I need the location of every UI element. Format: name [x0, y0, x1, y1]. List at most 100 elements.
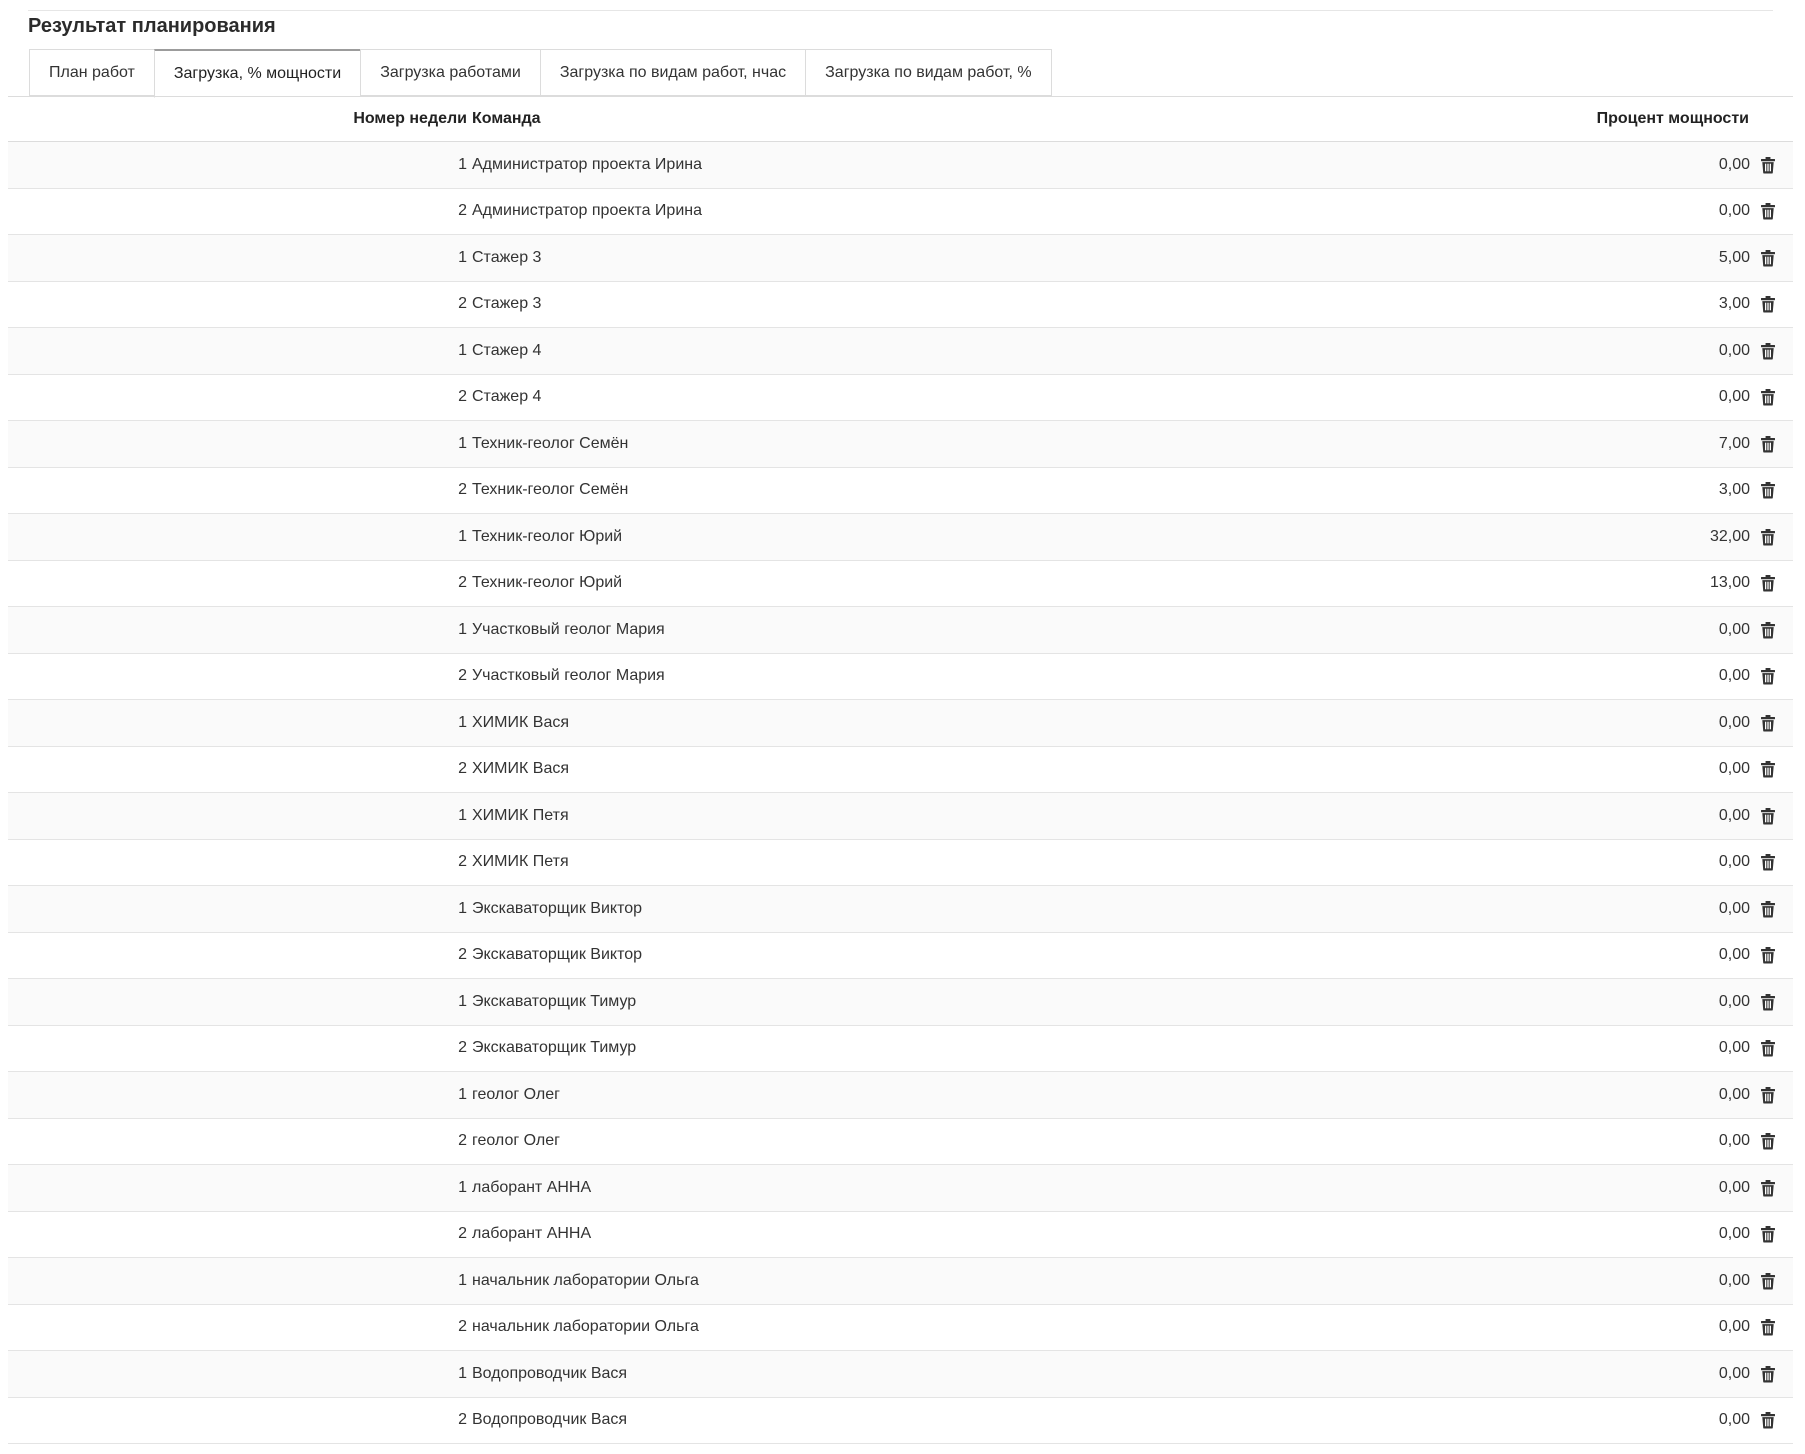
table-row[interactable]: 2 Участковый геолог Мария 0,00 — [8, 653, 1793, 700]
week-number-cell: 2 — [458, 1318, 467, 1336]
capacity-percent-cell: 0,00 — [1718, 620, 1750, 638]
capacity-percent-cell: 32,00 — [1709, 527, 1750, 545]
table-row[interactable]: 2 Техник-геолог Семён 3,00 — [8, 467, 1793, 514]
trash-icon[interactable] — [1761, 156, 1775, 174]
week-number-cell: 1 — [458, 1364, 467, 1382]
week-number-cell: 2 — [458, 1039, 467, 1057]
table-row[interactable]: 2 Стажер 4 0,00 — [8, 374, 1793, 421]
team-cell: начальник лаборатории Ольга — [472, 1318, 699, 1336]
trash-icon[interactable] — [1761, 1365, 1775, 1383]
column-header-percent[interactable]: Процент мощности — [1597, 97, 1749, 141]
table-row[interactable]: 1 Техник-геолог Семён 7,00 — [8, 421, 1793, 468]
capacity-percent-cell: 0,00 — [1718, 341, 1750, 359]
capacity-percent-cell: 0,00 — [1718, 713, 1750, 731]
trash-icon[interactable] — [1761, 342, 1775, 360]
table-row[interactable]: 2 Водопроводчик Вася 0,00 — [8, 1397, 1793, 1444]
team-cell: ХИМИК Вася — [472, 713, 569, 731]
trash-icon[interactable] — [1761, 435, 1775, 453]
capacity-percent-cell: 0,00 — [1718, 1225, 1750, 1243]
week-number-cell: 1 — [458, 248, 467, 266]
trash-icon[interactable] — [1761, 947, 1775, 964]
column-header-week[interactable]: Номер недели — [353, 97, 467, 141]
table-row[interactable]: 1 Техник-геолог Юрий 32,00 — [8, 514, 1793, 561]
trash-icon[interactable] — [1761, 621, 1775, 639]
trash-icon[interactable] — [1761, 296, 1775, 313]
table-row[interactable]: 1 Стажер 3 5,00 — [8, 235, 1793, 282]
table-row[interactable]: 1 Водопроводчик Вася 0,00 — [8, 1351, 1793, 1398]
capacity-percent-cell: 0,00 — [1718, 1178, 1750, 1196]
table-row[interactable]: 2 начальник лаборатории Ольга 0,00 — [8, 1304, 1793, 1351]
capacity-percent-cell: 0,00 — [1718, 760, 1750, 778]
trash-icon[interactable] — [1761, 993, 1775, 1011]
trash-icon[interactable] — [1761, 1272, 1775, 1290]
column-header-team[interactable]: Команда — [472, 97, 541, 141]
table-row[interactable]: 1 ХИМИК Петя 0,00 — [8, 793, 1793, 840]
trash-icon[interactable] — [1761, 1040, 1775, 1057]
team-cell: Техник-геолог Юрий — [472, 527, 623, 545]
team-cell: Техник-геолог Юрий — [472, 574, 623, 592]
trash-icon[interactable] — [1761, 1179, 1775, 1197]
table-row[interactable]: 2 геолог Олег 0,00 — [8, 1118, 1793, 1165]
trash-icon[interactable] — [1761, 389, 1775, 406]
table-row[interactable]: 2 ХИМИК Вася 0,00 — [8, 746, 1793, 793]
team-cell: Администратор проекта Ирина — [472, 202, 702, 220]
team-cell: ХИМИК Петя — [472, 853, 569, 871]
table-row[interactable]: 2 Техник-геолог Юрий 13,00 — [8, 560, 1793, 607]
table-row[interactable]: 1 Экскаваторщик Виктор 0,00 — [8, 886, 1793, 933]
capacity-percent-cell: 0,00 — [1718, 1132, 1750, 1150]
week-number-cell: 2 — [458, 667, 467, 685]
tab-load-types-percent[interactable]: Загрузка по видам работ, % — [805, 49, 1052, 96]
table-row[interactable]: 1 начальник лаборатории Ольга 0,00 — [8, 1258, 1793, 1305]
trash-icon[interactable] — [1761, 528, 1775, 546]
table-row[interactable]: 1 Участковый геолог Мария 0,00 — [8, 607, 1793, 654]
trash-icon[interactable] — [1761, 1412, 1775, 1429]
trash-icon[interactable] — [1761, 761, 1775, 778]
top-divider — [28, 10, 1773, 11]
tab-load-types-hours[interactable]: Загрузка по видам работ, нчас — [539, 49, 806, 96]
table-row[interactable]: 2 Администратор проекта Ирина 0,00 — [8, 188, 1793, 235]
trash-icon[interactable] — [1761, 249, 1775, 267]
table-row[interactable]: 1 ХИМИК Вася 0,00 — [8, 700, 1793, 747]
tab-load-works[interactable]: Загрузка работами — [360, 49, 540, 96]
trash-icon[interactable] — [1761, 854, 1775, 871]
table-row[interactable]: 2 Экскаваторщик Виктор 0,00 — [8, 932, 1793, 979]
team-cell: Водопроводчик Вася — [472, 1364, 628, 1382]
trash-icon[interactable] — [1761, 482, 1775, 499]
trash-icon[interactable] — [1761, 1226, 1775, 1243]
team-cell: ХИМИК Вася — [472, 760, 569, 778]
tab-plan[interactable]: План работ — [29, 49, 154, 96]
week-number-cell: 1 — [458, 806, 467, 824]
team-cell: Стажер 4 — [472, 341, 542, 359]
capacity-percent-cell: 3,00 — [1718, 295, 1750, 313]
tab-load-percent[interactable]: Загрузка, % мощности — [153, 49, 361, 98]
trash-icon[interactable] — [1761, 807, 1775, 825]
trash-icon[interactable] — [1761, 575, 1775, 592]
table-row[interactable]: 1 Администратор проекта Ирина 0,00 — [8, 142, 1793, 189]
week-number-cell: 1 — [458, 155, 467, 173]
table-row[interactable]: 2 лаборант АННА 0,00 — [8, 1211, 1793, 1258]
capacity-percent-cell: 3,00 — [1718, 481, 1750, 499]
table-row[interactable]: 1 Экскаваторщик Тимур 0,00 — [8, 979, 1793, 1026]
trash-icon[interactable] — [1761, 714, 1775, 732]
trash-icon[interactable] — [1761, 203, 1775, 220]
team-cell: Экскаваторщик Виктор — [472, 899, 643, 917]
table-row[interactable]: 1 лаборант АННА 0,00 — [8, 1165, 1793, 1212]
tab-bar: План работ Загрузка, % мощности Загрузка р… — [29, 49, 1052, 98]
table-row[interactable]: 2 Стажер 3 3,00 — [8, 281, 1793, 328]
week-number-cell: 2 — [458, 760, 467, 778]
capacity-percent-cell: 0,00 — [1718, 899, 1750, 917]
table-row[interactable]: 1 геолог Олег 0,00 — [8, 1072, 1793, 1119]
trash-icon[interactable] — [1761, 1086, 1775, 1104]
capacity-percent-cell: 0,00 — [1718, 853, 1750, 871]
capacity-percent-cell: 0,00 — [1718, 992, 1750, 1010]
team-cell: лаборант АННА — [472, 1225, 592, 1243]
trash-icon[interactable] — [1761, 668, 1775, 685]
trash-icon[interactable] — [1761, 1319, 1775, 1336]
trash-icon[interactable] — [1761, 900, 1775, 918]
table-row[interactable]: 2 Экскаваторщик Тимур 0,00 — [8, 1025, 1793, 1072]
week-number-cell: 1 — [458, 341, 467, 359]
team-cell: Стажер 4 — [472, 388, 542, 406]
trash-icon[interactable] — [1761, 1133, 1775, 1150]
table-row[interactable]: 2 ХИМИК Петя 0,00 — [8, 839, 1793, 886]
table-row[interactable]: 1 Стажер 4 0,00 — [8, 328, 1793, 375]
